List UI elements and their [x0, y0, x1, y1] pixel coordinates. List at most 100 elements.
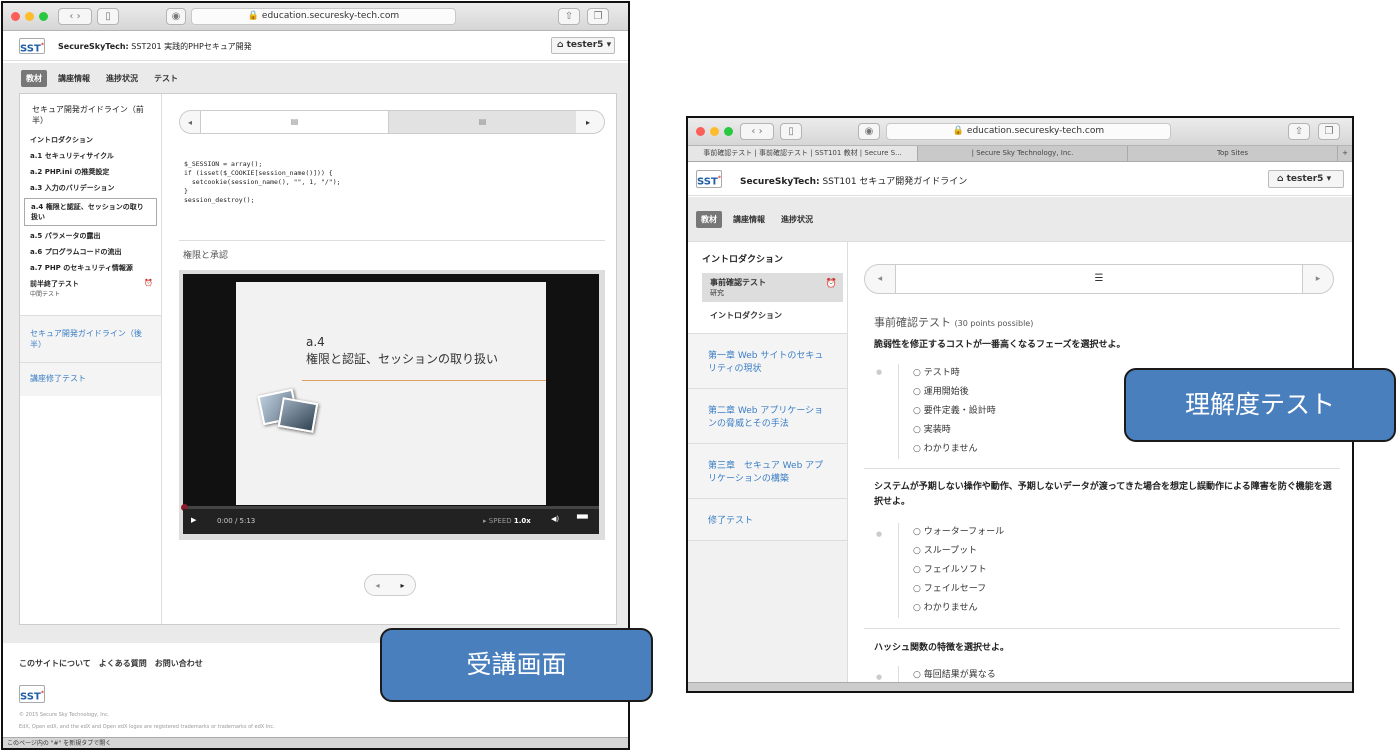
new-tab-icon[interactable]: + — [1338, 146, 1352, 161]
share-icon[interactable]: ⇧ — [558, 8, 580, 25]
sidebar-section-first-half[interactable]: セキュア開発ガイドライン（前半） — [20, 94, 161, 132]
user-menu[interactable]: ⌂ tester5 ▾ — [551, 37, 615, 54]
sidebar-section-final-test[interactable]: 講座修了テスト — [20, 362, 161, 396]
sidebar-section-title[interactable]: イントロダクション — [688, 242, 847, 273]
sidebar-item-pretest[interactable]: 事前確認テスト 研究 ⏰ — [702, 273, 843, 302]
video-frame: a.4 権限と認証、セッションの取り扱い ▶ 0:00 / 5:13 ▸ SPE… — [179, 270, 605, 540]
sidebar-section-chapter3[interactable]: 第三章 セキュア Web アプリケーションの構築 — [688, 443, 847, 498]
bottom-sequence-nav: ◂ ▸ — [364, 574, 416, 596]
back-forward-icon[interactable]: ‹ › — [58, 8, 92, 25]
footer-logo: SST* — [19, 685, 45, 703]
window-controls[interactable] — [11, 12, 48, 21]
question-3: ハッシュ関数の特徴を選択せよ。 — [874, 643, 1010, 653]
browser-toolbar: ‹ › ▯ ◉ 🔒 education.securesky-tech.com ⇧… — [688, 118, 1352, 146]
radio-option[interactable]: 要件定義・設計時 — [913, 402, 996, 421]
privacy-icon[interactable]: ◉ — [166, 8, 186, 25]
footer-links[interactable]: このサイトについて よくある質問 お問い合わせ — [19, 658, 203, 669]
prev-arrow-icon[interactable]: ◂ — [180, 118, 200, 127]
radio-option[interactable]: フェイルセーフ — [913, 580, 1004, 599]
sidebar-section-second-half[interactable]: セキュア開発ガイドライン（後半） — [20, 315, 161, 362]
address-bar[interactable]: 🔒 education.securesky-tech.com — [191, 8, 456, 25]
home-icon: ⌂ — [557, 40, 567, 50]
radio-option[interactable]: 運用開始後 — [913, 383, 996, 402]
sidebar-item[interactable]: a.7 PHP のセキュリティ情報源 — [20, 260, 161, 276]
tabs-icon[interactable]: ❐ — [587, 8, 609, 25]
sidebar-item[interactable]: イントロダクション — [20, 132, 161, 148]
play-icon[interactable]: ▶ — [191, 516, 196, 524]
copyright: © 2015 Secure Sky Technology, Inc. — [19, 712, 110, 718]
browser-tab[interactable]: | Secure Sky Technology, Inc. — [918, 146, 1128, 161]
privacy-icon[interactable]: ◉ — [858, 123, 880, 140]
sidebar-section-final-test[interactable]: 修了テスト — [688, 498, 847, 541]
question-1: 脆弱性を修正するコストが一番高くなるフェーズを選択せよ。 — [874, 340, 1126, 350]
radio-option[interactable]: わかりません — [913, 440, 996, 459]
sidebar-item[interactable]: a.1 セキュリティサイクル — [20, 148, 161, 164]
sidebar-section-chapter1[interactable]: 第一章 Web サイトのセキュリティの現状 — [688, 333, 847, 388]
edx-trademark-note: EdX, Open edX, and the edX and Open edX … — [19, 724, 275, 730]
sidebar-item[interactable]: イントロダクション — [688, 302, 847, 321]
browser-tab[interactable]: Top Sites — [1128, 146, 1338, 161]
status-dot: ● — [876, 673, 883, 681]
course-nav: 教材 講座情報 進捗状況 テスト — [21, 70, 183, 87]
sst-logo[interactable]: SST* — [19, 38, 45, 54]
prev-arrow-icon[interactable]: ◂ — [375, 581, 379, 590]
slide-number: a.4 — [306, 335, 325, 349]
user-menu[interactable]: ⌂ tester5 ▾ — [1268, 170, 1344, 188]
sidebar-icon[interactable]: ▯ — [780, 123, 802, 140]
sidebar-item[interactable]: a.6 プログラムコードの流出 — [20, 244, 161, 260]
sequence-nav: ◂ ▤ ▤ ▸ — [179, 110, 605, 134]
radio-option[interactable]: フェイルソフト — [913, 561, 1004, 580]
speed-control[interactable]: ▸ SPEED 1.0x — [483, 517, 531, 525]
sst-logo[interactable]: SST* — [696, 170, 722, 188]
radio-option[interactable]: スループット — [913, 542, 1004, 561]
next-arrow-icon[interactable]: ▸ — [1303, 274, 1333, 284]
sidebar-section-intro: イントロダクション 事前確認テスト 研究 ⏰ イントロダクション — [688, 242, 847, 333]
divider — [864, 468, 1340, 469]
video-player[interactable]: a.4 権限と認証、セッションの取り扱い ▶ 0:00 / 5:13 ▸ SPE… — [181, 274, 599, 534]
tab-progress[interactable]: 進捗状況 — [776, 211, 818, 228]
next-arrow-icon[interactable]: ▸ — [400, 581, 404, 590]
radio-option[interactable]: 実装時 — [913, 421, 996, 440]
video-controls: ▶ 0:00 / 5:13 ▸ SPEED 1.0x ◀) ▀▀ — [183, 509, 599, 534]
q1-options: テスト時 運用開始後 要件定義・設計時 実装時 わかりません — [898, 364, 996, 459]
status-dot: ● — [876, 530, 883, 538]
sequence-tab-video[interactable]: ▤ — [200, 111, 388, 133]
sidebar-icon[interactable]: ▯ — [97, 8, 119, 25]
tabs-icon[interactable]: ❐ — [1318, 123, 1340, 140]
tab-progress[interactable]: 進捗状況 — [101, 70, 143, 87]
sidebar-item-midterm[interactable]: 前半終了テスト ⏰ 中間テスト — [20, 276, 161, 301]
tab-test[interactable]: テスト — [149, 70, 183, 87]
back-forward-icon[interactable]: ‹ › — [740, 123, 774, 140]
status-bar: このページ内の "#" を新規タブで開く — [3, 737, 628, 748]
sequence-tab-text[interactable]: ▤ — [388, 111, 576, 133]
test-title: 事前確認テスト — [874, 316, 951, 329]
tab-courseware[interactable]: 教材 — [21, 70, 47, 87]
next-arrow-icon[interactable]: ▸ — [576, 118, 600, 127]
sidebar-item-active[interactable]: a.4 権限と認証、セッションの取り扱い — [24, 198, 157, 226]
problem-header: 事前確認テスト (30 points possible) — [874, 314, 1033, 330]
video-time: 0:00 / 5:13 — [217, 517, 256, 525]
sidebar-item[interactable]: a.2 PHP.ini の推奨設定 — [20, 164, 161, 180]
sequence-tab-problem[interactable]: ☰ — [894, 265, 1304, 293]
browser-tab-active[interactable]: 事前確認テスト | 事前確認テスト | SST101 教材 | Secure S… — [688, 146, 918, 161]
fullscreen-icon[interactable]: ▀▀ — [577, 515, 588, 523]
address-bar[interactable]: 🔒 education.securesky-tech.com — [886, 123, 1171, 140]
sidebar-item[interactable]: a.5 パラメータの露出 — [20, 228, 161, 244]
radio-option[interactable]: ウォーターフォール — [913, 523, 1004, 542]
prev-arrow-icon[interactable]: ◂ — [865, 274, 895, 284]
window-controls[interactable] — [696, 127, 733, 136]
sidebar-item[interactable]: a.3 入力のバリデーション — [20, 180, 161, 196]
share-icon[interactable]: ⇧ — [1288, 123, 1310, 140]
divider — [179, 240, 605, 241]
radio-option[interactable]: テスト時 — [913, 364, 996, 383]
tab-course-info[interactable]: 講座情報 — [728, 211, 770, 228]
slide-photo — [277, 397, 319, 433]
question-2: システムが予期しない操作や動作、予期しないデータが渡ってきた場合を想定し誤動作に… — [874, 482, 1332, 507]
slide-rule — [302, 380, 546, 381]
tab-course-info[interactable]: 講座情報 — [53, 70, 95, 87]
sidebar-section-chapter2[interactable]: 第二章 Web アプリケーションの脅威とその手法 — [688, 388, 847, 443]
volume-icon[interactable]: ◀) — [551, 515, 559, 523]
slide-title: 権限と認証、セッションの取り扱い — [306, 352, 499, 366]
radio-option[interactable]: わかりません — [913, 599, 1004, 618]
tab-courseware[interactable]: 教材 — [696, 211, 722, 228]
